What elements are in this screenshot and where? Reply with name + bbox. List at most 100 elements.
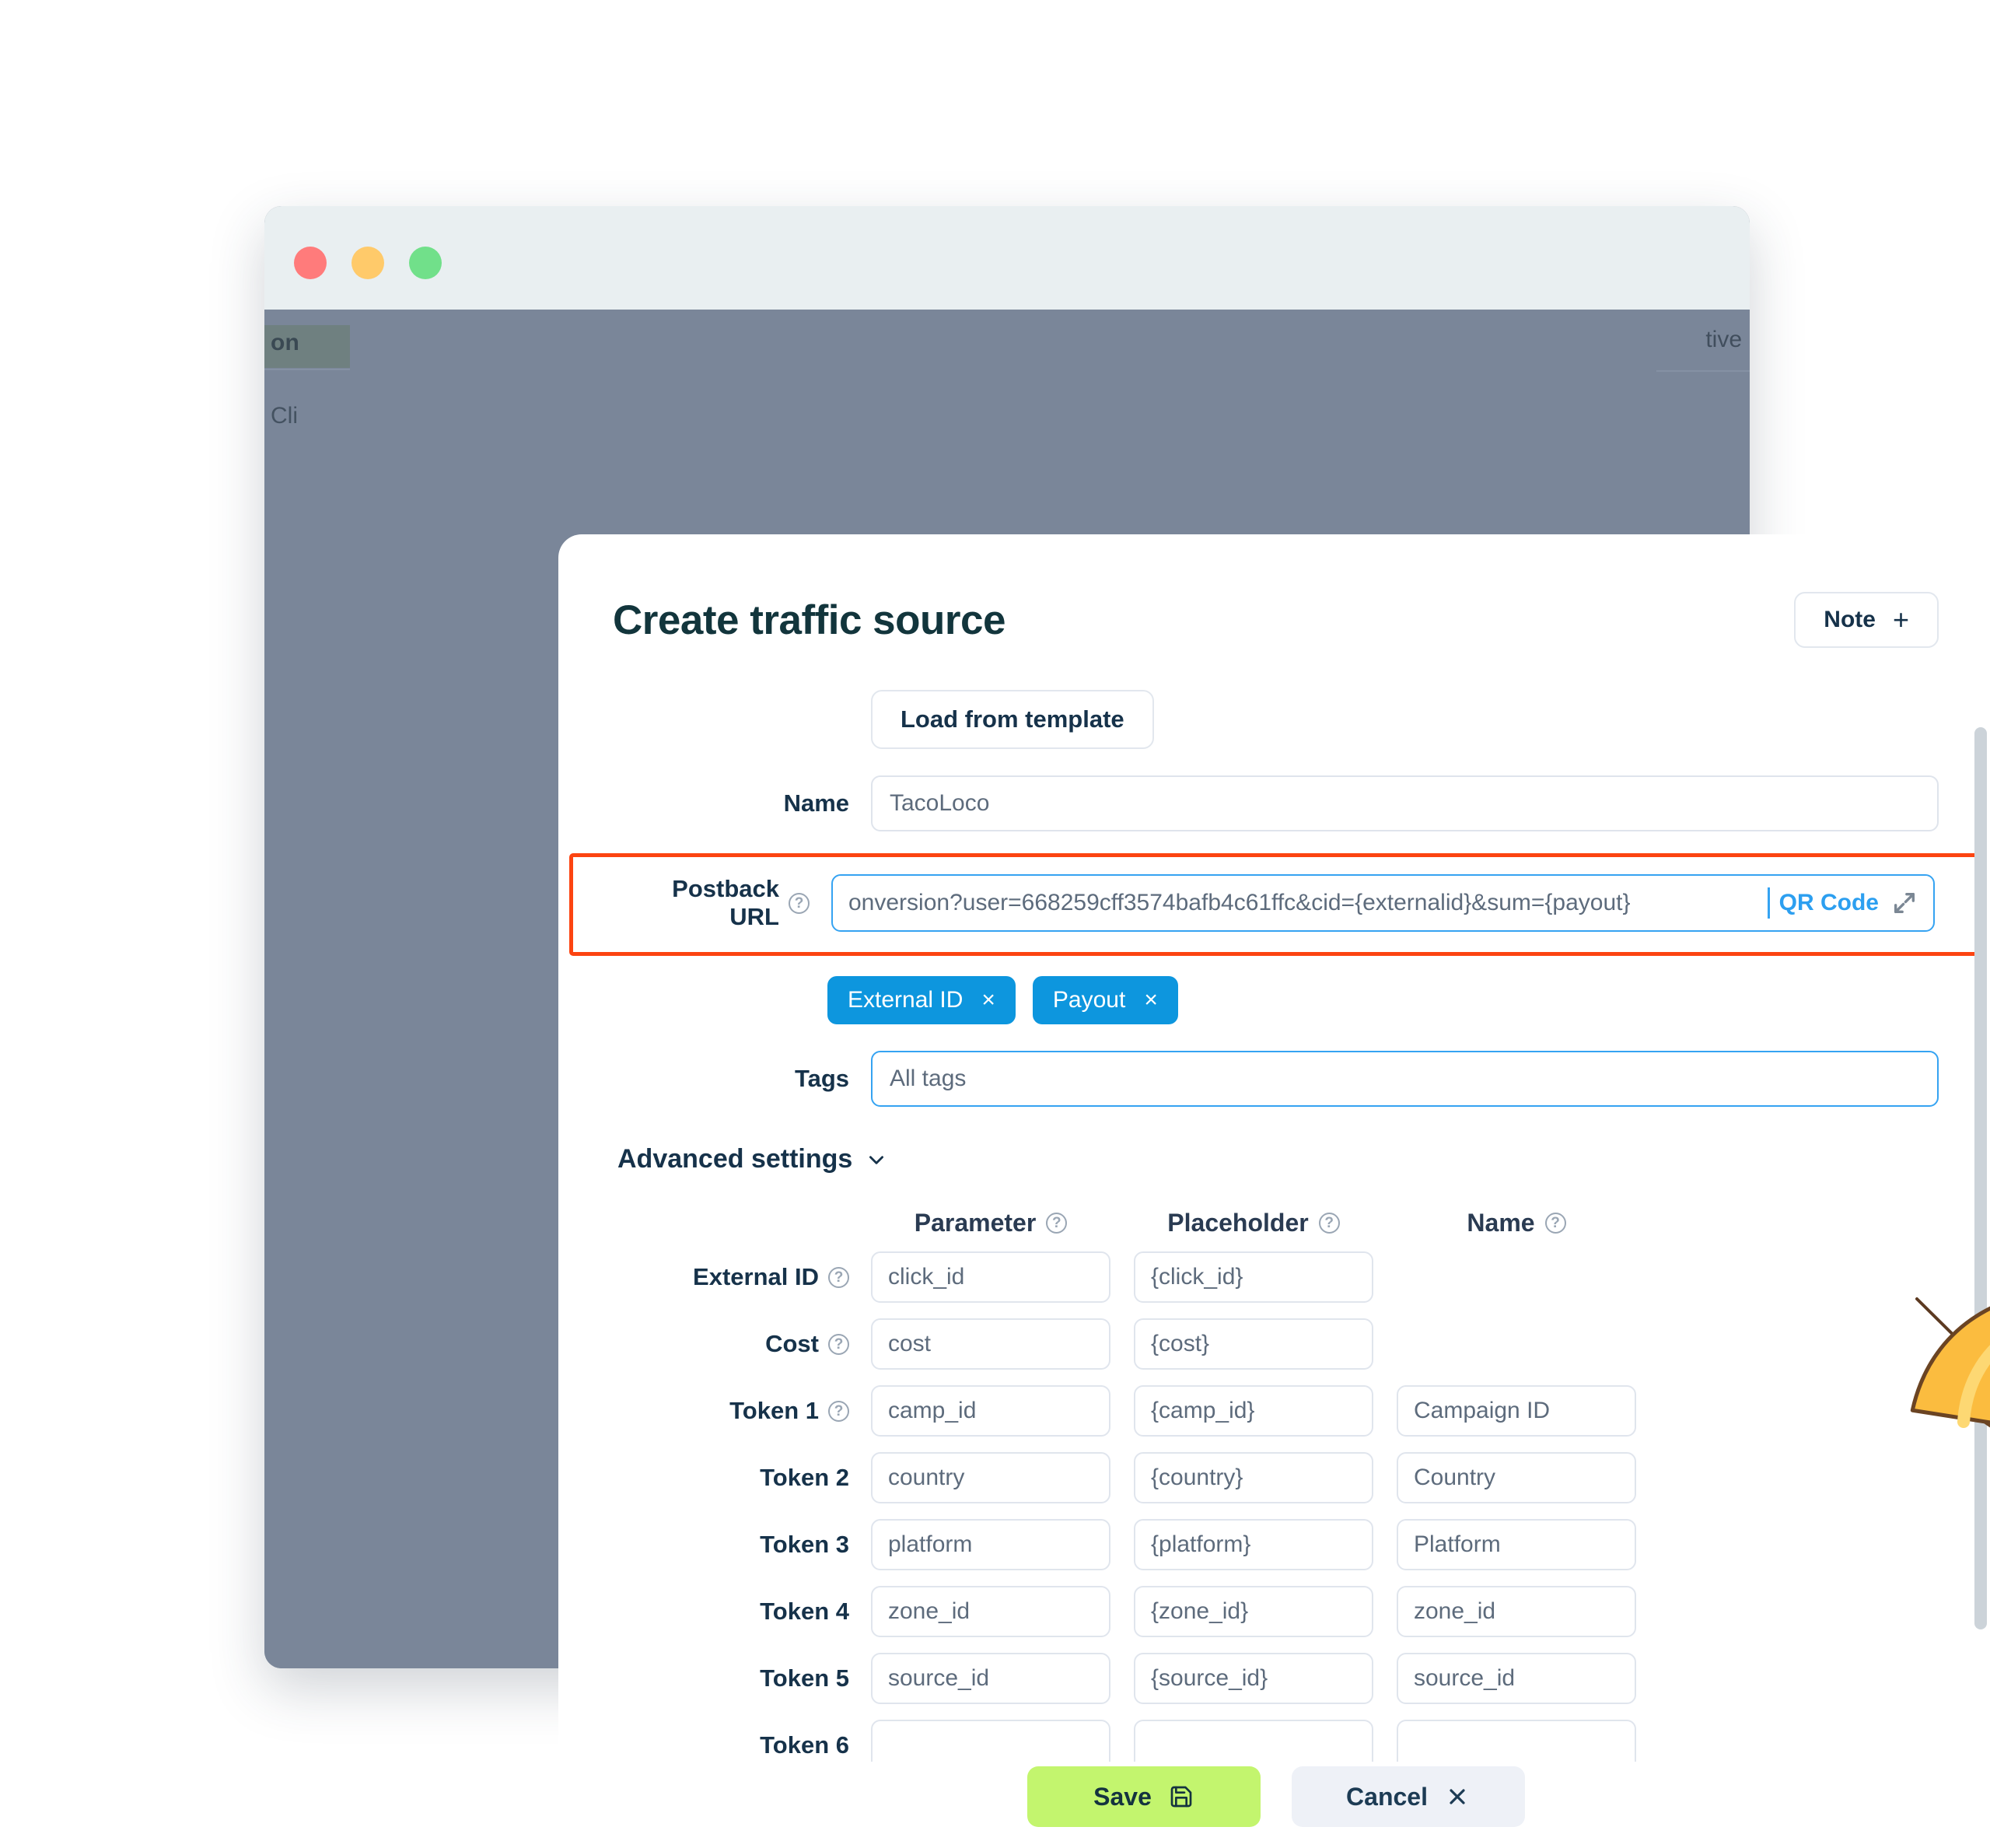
name-input[interactable]: Campaign ID [1397,1385,1636,1437]
help-icon[interactable]: ? [1544,1213,1566,1234]
table-row: Token 1 ? camp_id {camp_id} Campaign ID [613,1385,1939,1437]
chip-label: Payout [1052,987,1126,1013]
column-header-name-label: Name [1467,1209,1535,1237]
load-from-template-button[interactable]: Load from template [871,690,1154,749]
help-icon[interactable]: ? [1318,1213,1340,1234]
column-header-name: Name ? [1397,1209,1636,1237]
postback-url-input[interactable]: onversion?user=668259cff3574bafb4c61ffc&… [831,874,1935,932]
background-text-left-bottom: Cli [271,403,298,429]
parameter-input[interactable]: cost [871,1318,1110,1370]
name-input[interactable]: source_id [1397,1653,1636,1704]
token-chips-row: External ID × Payout × [613,976,1939,1024]
row-label-text: External ID [693,1263,819,1290]
help-icon[interactable]: ? [828,1266,849,1288]
name-input[interactable]: Platform [1397,1519,1636,1570]
help-icon[interactable]: ? [789,892,810,914]
postback-url-label: Postback URL ? [617,875,831,931]
name-input[interactable]: Country [1397,1452,1636,1503]
postback-url-value: onversion?user=668259cff3574bafb4c61ffc&… [848,890,1631,915]
row-label-token-2: Token 2 [613,1464,871,1492]
row-label-token-1: Token 1 ? [613,1397,871,1425]
advanced-settings-label: Advanced settings [617,1144,853,1174]
minimize-window-button[interactable] [351,247,384,279]
placeholder-input[interactable]: {click_id} [1134,1251,1373,1303]
placeholder-input[interactable] [1134,1720,1373,1762]
save-button-label: Save [1093,1782,1152,1811]
window-titlebar [264,206,1750,310]
row-label-token-4: Token 4 [613,1598,871,1626]
text-caret [1767,887,1770,919]
help-icon[interactable]: ? [1046,1213,1068,1234]
table-row: External ID ? click_id {click_id} [613,1251,1939,1303]
plus-icon: + [1892,604,1909,635]
name-input[interactable] [1397,1720,1636,1762]
traffic-lights [294,247,442,279]
chip-external-id[interactable]: External ID × [827,976,1016,1024]
background-divider-left [264,369,350,370]
chip-remove-icon[interactable]: × [981,989,995,1012]
table-row: Token 6 [613,1720,1939,1762]
row-label-text: Token 6 [760,1731,849,1759]
name-label: Name [783,789,849,817]
advanced-settings-toggle[interactable]: Advanced settings [617,1144,887,1174]
chip-label: External ID [848,987,964,1013]
parameter-input[interactable]: platform [871,1519,1110,1570]
save-button[interactable]: Save [1026,1766,1261,1827]
column-header-parameter: Parameter ? [871,1209,1110,1237]
note-button-label: Note [1824,607,1876,632]
postback-row: Postback URL ? onversion?user=668259cff3… [617,874,1935,932]
placeholder-input[interactable]: {zone_id} [1134,1586,1373,1637]
table-row: Token 4 zone_id {zone_id} zone_id [613,1586,1939,1637]
maximize-window-button[interactable] [409,247,442,279]
token-chips: External ID × Payout × [827,976,1178,1024]
parameter-input[interactable] [871,1720,1110,1762]
parameter-input[interactable]: click_id [871,1251,1110,1303]
row-label-text: Token 4 [760,1598,849,1625]
modal-header: Create traffic source Note + [613,534,1939,648]
parameter-input[interactable]: country [871,1452,1110,1503]
page-title: Create traffic source [613,597,1005,643]
row-label-token-6: Token 6 [613,1731,871,1759]
help-icon[interactable]: ? [828,1400,849,1422]
row-label-token-3: Token 3 [613,1531,871,1559]
placeholder-input[interactable]: {camp_id} [1134,1385,1373,1437]
postback-url-highlight: Postback URL ? onversion?user=668259cff3… [569,853,1982,956]
help-icon[interactable]: ? [828,1333,849,1355]
row-label-text: Cost [765,1330,819,1357]
placeholder-input[interactable]: {country} [1134,1452,1373,1503]
create-traffic-source-modal: Create traffic source Note + Load from t… [558,534,1990,1841]
name-input[interactable]: zone_id [1397,1586,1636,1637]
chip-remove-icon[interactable]: × [1144,989,1158,1012]
modal-footer: Save Cancel [558,1762,1990,1841]
background-divider-right [1656,370,1750,372]
name-input[interactable]: TacoLoco [871,775,1939,831]
placeholder-input[interactable]: {cost} [1134,1318,1373,1370]
qr-code-label: QR Code [1778,890,1879,915]
background-text-right: tive [1705,327,1742,352]
modal-scrollbar-thumb[interactable] [1974,727,1987,1629]
postback-url-label-text: Postback URL [672,875,779,930]
row-label-external-id: External ID ? [613,1263,871,1291]
placeholder-input[interactable]: {platform} [1134,1519,1373,1570]
floppy-disk-icon [1170,1786,1192,1808]
qr-code-button[interactable]: QR Code [1779,890,1924,916]
tags-input[interactable]: All tags [871,1051,1939,1107]
close-window-button[interactable] [294,247,327,279]
row-label-text: Token 5 [760,1664,849,1692]
load-template-row: Load from template [613,690,1939,749]
row-label-cost: Cost ? [613,1330,871,1358]
advanced-settings-table: Parameter ? Placeholder ? Name ? Externa… [613,1209,1939,1762]
chip-payout[interactable]: Payout × [1032,976,1178,1024]
cancel-button[interactable]: Cancel [1291,1766,1525,1827]
placeholder-input[interactable]: {source_id} [1134,1653,1373,1704]
table-row: Token 3 platform {platform} Platform [613,1519,1939,1570]
parameter-input[interactable]: zone_id [871,1586,1110,1637]
tags-label: Tags [794,1065,849,1092]
note-button[interactable]: Note + [1794,592,1939,648]
browser-window: on Cli tive Create traffic source Note +… [264,206,1990,1841]
close-icon [1450,1789,1465,1804]
table-row: Token 5 source_id {source_id} source_id [613,1653,1939,1704]
parameter-input[interactable]: camp_id [871,1385,1110,1437]
background-text-left-top: on [271,330,300,355]
parameter-input[interactable]: source_id [871,1653,1110,1704]
